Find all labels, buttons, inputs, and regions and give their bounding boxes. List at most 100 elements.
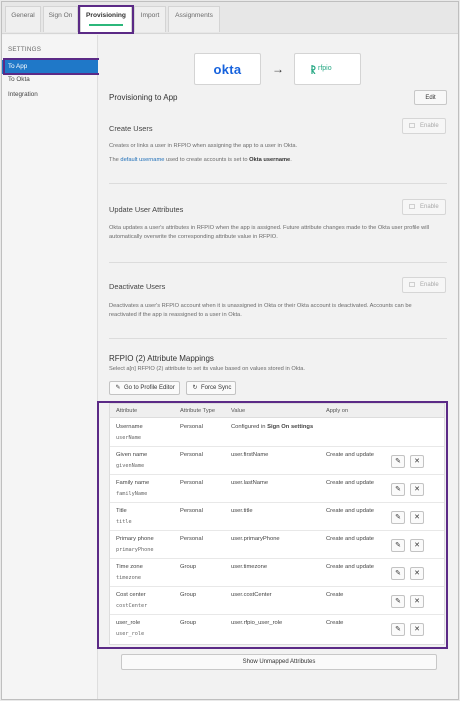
arrow-right-icon: → [272,62,284,76]
delete-mapping-button[interactable]: ✕ [410,511,424,524]
table-row: Primary phone primaryPhone Personal user… [110,531,444,559]
button-label: Enable [420,204,439,210]
table-row: Given name givenName Personal user.first… [110,447,444,475]
attribute-variable: timezone [116,575,141,581]
rfpio-logo-mark [311,65,316,74]
attribute-label: user_role [116,620,141,626]
tab-label: Sign On [48,12,73,19]
delete-mapping-button[interactable]: ✕ [410,623,424,636]
tab-assignments[interactable]: Assignments [168,6,220,32]
edit-mapping-button[interactable]: ✎ [391,567,405,580]
pencil-icon: ✎ [395,542,401,549]
apply-on: Create and update [326,508,375,514]
edit-mapping-button[interactable]: ✎ [391,539,405,552]
attribute-variable: givenName [116,463,145,469]
main-panel: okta → rfpio Provisioning to App Edit Cr… [99,35,458,699]
checkbox-icon [409,123,415,128]
sidebar-item-to-app[interactable]: To App [2,60,98,74]
edit-button[interactable]: Edit [414,90,447,105]
attribute-value: user.timezone [231,564,268,570]
deactivate-users-enable-button: Enable [402,277,446,293]
attribute-type: Personal [180,424,203,430]
update-users-desc: Okta updates a user's attributes in RFPI… [109,225,430,241]
edit-icon: ✎ [115,385,121,391]
delete-mapping-button[interactable]: ✕ [410,539,424,552]
tab-sign-on[interactable]: Sign On [43,6,78,32]
attribute-label: Title [116,508,127,514]
note-text: used to create accounts is set to [165,157,248,163]
force-sync-button[interactable]: ↻ Force Sync [186,381,236,395]
tab-label: Assignments [175,12,213,19]
sign-on-settings-label: Sign On settings [267,424,314,430]
default-username-link[interactable]: default username [120,157,164,163]
okta-logo: okta [213,62,242,77]
attribute-label: Username [116,424,143,430]
attribute-label: Cost center [116,592,146,598]
create-users-desc: Creates or links a user in RFPIO when as… [109,143,298,149]
table-row: Username userName Personal Configured in… [110,419,444,447]
apply-on: Create and update [326,452,375,458]
value-text: Configured in [231,424,266,430]
attribute-variable: userName [116,435,141,441]
delete-mapping-button[interactable]: ✕ [410,567,424,580]
attribute-type: Personal [180,508,203,514]
apply-on: Create and update [326,480,375,486]
app-window: General Sign On Provisioning Import Assi… [1,1,459,700]
mappings-desc: Select a[n] RFPIO (2) attribute to set i… [109,366,305,372]
update-users-title: Update User Attributes [109,205,184,214]
attribute-label: Primary phone [116,536,154,542]
sidebar: SETTINGS To App To Okta Integration [2,35,98,699]
sidebar-item-integration[interactable]: Integration [2,88,98,102]
delete-mapping-button[interactable]: ✕ [410,483,424,496]
pencil-icon: ✎ [395,570,401,577]
pencil-icon: ✎ [395,626,401,633]
attribute-label: Time zone [116,564,143,570]
attribute-variable: familyName [116,491,148,497]
edit-mapping-button[interactable]: ✎ [391,455,405,468]
edit-mapping-button[interactable]: ✎ [391,511,405,524]
mappings-title: RFPIO (2) Attribute Mappings [109,354,214,363]
okta-username-label: Okta username [249,157,291,163]
table-row: user_role user_role Group user.rfpio_use… [110,615,444,643]
button-label: Force Sync [201,385,232,391]
apply-on: Create and update [326,536,375,542]
deactivate-users-desc: Deactivates a user's RFPIO account when … [109,303,412,319]
create-users-enable-button: Enable [402,118,446,134]
attribute-value: user.title [231,508,253,514]
tab-import[interactable]: Import [134,6,166,32]
edit-mapping-button[interactable]: ✎ [391,483,405,496]
table-row: Time zone timezone Group user.timezone C… [110,559,444,587]
attribute-variable: title [116,519,132,525]
rfpio-logo: rfpio [318,65,332,72]
attribute-value: user.firstName [231,452,269,458]
tab-general[interactable]: General [5,6,41,32]
button-label: Enable [420,282,439,288]
divider [109,338,447,339]
close-icon: ✕ [414,626,420,633]
pencil-icon: ✎ [395,598,401,605]
pencil-icon: ✎ [395,514,401,521]
refresh-icon: ↻ [192,385,198,391]
tab-provisioning[interactable]: Provisioning [80,6,132,32]
close-icon: ✕ [414,570,420,577]
apply-on: Create [326,592,344,598]
attribute-value: user.lastName [231,480,269,486]
attribute-value: user.rfpio_user_role [231,620,283,626]
delete-mapping-button[interactable]: ✕ [410,595,424,608]
close-icon: ✕ [414,458,420,465]
close-icon: ✕ [414,542,420,549]
table-row: Family name familyName Personal user.las… [110,475,444,503]
attribute-type: Group [180,592,197,598]
delete-mapping-button[interactable]: ✕ [410,455,424,468]
create-users-title: Create Users [109,124,153,133]
okta-logo-box: okta [194,53,261,85]
sidebar-heading: SETTINGS [8,46,42,53]
tab-label: Import [140,12,160,19]
apply-on: Create and update [326,564,375,570]
profile-editor-button[interactable]: ✎ Go to Profile Editor [109,381,180,395]
edit-mapping-button[interactable]: ✎ [391,595,405,608]
sidebar-item-to-okta[interactable]: To Okta [2,73,98,87]
show-unmapped-attributes-button[interactable]: Show Unmapped Attributes [121,654,437,670]
edit-mapping-button[interactable]: ✎ [391,623,405,636]
table-header: Attribute Attribute Type Value Apply on [110,404,444,418]
